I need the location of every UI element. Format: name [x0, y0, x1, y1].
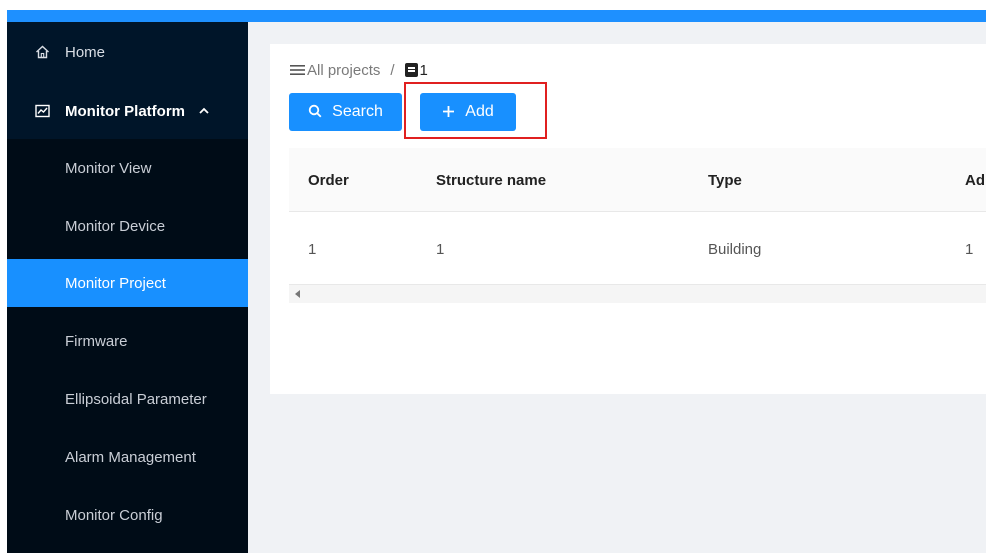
sidebar-item-alarm-management[interactable]: Alarm Management — [7, 433, 248, 481]
column-header-structure-name[interactable]: Structure name — [436, 148, 546, 211]
sidebar-item-label: Home — [65, 43, 106, 61]
cell-structure-name: 1 — [436, 240, 445, 258]
search-icon — [308, 102, 322, 123]
sidebar-item-monitor-config[interactable]: Monitor Config — [7, 491, 248, 539]
sidebar: Home Monitor Platform Monitor View Monit… — [7, 22, 248, 553]
highlight-box — [404, 82, 547, 139]
search-button-label: Search — [332, 103, 383, 120]
app-header-bar — [7, 10, 986, 22]
sidebar-item-label: Monitor Config — [65, 506, 163, 524]
horizontal-scrollbar[interactable] — [289, 285, 986, 303]
breadcrumb: All projects / 1 — [290, 58, 428, 82]
home-icon — [35, 45, 57, 59]
column-header-type[interactable]: Type — [708, 148, 742, 211]
cell-type: Building — [708, 240, 762, 258]
breadcrumb-root-link[interactable]: All projects — [307, 62, 380, 79]
sidebar-submenu: Monitor View Monitor Device Monitor Proj… — [7, 139, 248, 553]
sidebar-group-monitor-platform[interactable]: Monitor Platform — [7, 85, 248, 137]
sidebar-item-label: Firmware — [65, 332, 128, 350]
sidebar-item-label: Monitor Project — [65, 274, 166, 292]
table-header: Order Structure name Type Ad — [289, 148, 986, 212]
sidebar-item-label: Ellipsoidal Parameter — [65, 390, 207, 408]
document-icon — [404, 63, 418, 77]
line-chart-icon — [35, 104, 57, 118]
menu-icon — [290, 64, 305, 76]
sidebar-item-monitor-device[interactable]: Monitor Device — [7, 202, 248, 250]
sidebar-item-monitor-project[interactable]: Monitor Project — [7, 259, 248, 307]
column-header-ad[interactable]: Ad — [965, 148, 985, 211]
table-row[interactable]: 1 1 Building 1 — [289, 213, 986, 285]
chevron-up-icon — [199, 105, 209, 117]
sidebar-item-label: Alarm Management — [65, 448, 196, 466]
column-header-order[interactable]: Order — [308, 148, 349, 211]
sidebar-group-label: Monitor Platform — [65, 102, 185, 120]
breadcrumb-separator: / — [390, 61, 395, 79]
sidebar-item-label: Monitor Device — [65, 217, 166, 235]
scroll-left-arrow-icon[interactable] — [295, 290, 300, 298]
cell-order: 1 — [308, 240, 317, 258]
sidebar-item-firmware[interactable]: Firmware — [7, 317, 248, 365]
cell-ad: 1 — [965, 240, 974, 258]
breadcrumb-current: 1 — [404, 61, 428, 79]
search-button[interactable]: Search — [289, 93, 402, 131]
window-top-margin — [0, 0, 986, 10]
breadcrumb-current-label: 1 — [419, 61, 428, 79]
sidebar-item-home[interactable]: Home — [7, 30, 248, 74]
sidebar-item-ellipsoidal-parameter[interactable]: Ellipsoidal Parameter — [7, 375, 248, 423]
sidebar-item-label: Monitor View — [65, 159, 152, 177]
sidebar-item-monitor-view[interactable]: Monitor View — [7, 144, 248, 192]
